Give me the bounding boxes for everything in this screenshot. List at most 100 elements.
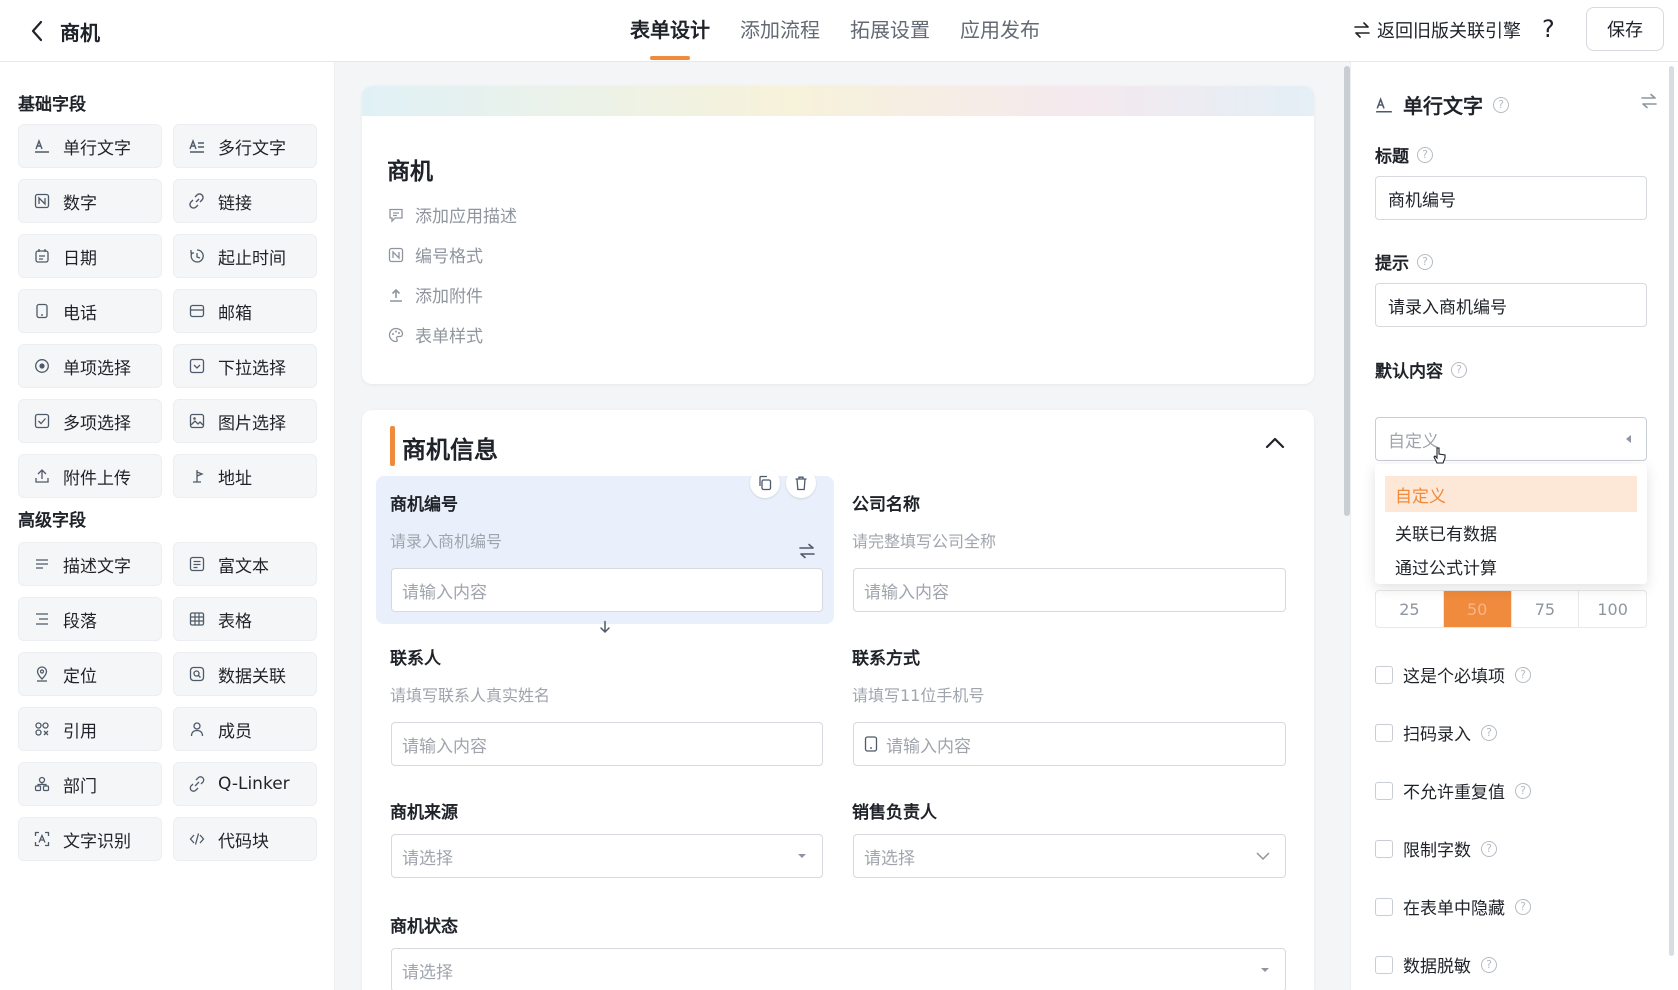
checkbox-box[interactable] [1375, 723, 1393, 742]
help-icon[interactable]: ? [1542, 15, 1555, 43]
tab-add-flow[interactable]: 添加流程 [740, 0, 820, 62]
width-option-100[interactable]: 100 [1579, 591, 1646, 627]
help-circle-icon[interactable]: ? [1481, 724, 1497, 741]
checkbox-box[interactable] [1375, 665, 1393, 684]
dropdown-option-formula[interactable]: 通过公式计算 [1385, 548, 1637, 584]
field-locate[interactable]: 定位 [18, 652, 162, 696]
field-date[interactable]: 日期 [18, 234, 162, 278]
field-reference[interactable]: 引用 [18, 707, 162, 751]
help-circle-icon[interactable]: ? [1417, 253, 1433, 270]
opp-no-input[interactable]: 请输入内容 [391, 568, 823, 612]
upload-icon [387, 286, 405, 304]
delete-field-button[interactable] [786, 468, 816, 498]
company-input[interactable]: 请输入内容 [853, 568, 1286, 612]
phone-input[interactable]: 请输入内容 [853, 722, 1286, 766]
section-card: 商机信息 商机编号 请录入商机编号 请输入内容 公司名称 请完整填写公司全称 请… [362, 410, 1314, 990]
help-circle-icon[interactable]: ? [1481, 840, 1497, 857]
calendar-icon [33, 247, 51, 265]
save-button[interactable]: 保存 [1586, 7, 1664, 51]
checkbox-data-masking[interactable]: 数据脱敏? [1375, 952, 1497, 977]
field-member[interactable]: 成员 [173, 707, 317, 751]
location-pin-icon [188, 467, 206, 485]
field-width-selector: 25 50 75 100 [1375, 590, 1647, 628]
field-email[interactable]: 邮箱 [173, 289, 317, 333]
field-paragraph[interactable]: 段落 [18, 597, 162, 641]
hint-input[interactable]: 请录入商机编号 [1375, 283, 1647, 327]
help-circle-icon[interactable]: ? [1451, 361, 1467, 378]
help-circle-icon[interactable]: ? [1417, 146, 1433, 163]
field-dropdown[interactable]: 下拉选择 [173, 344, 317, 388]
field-department[interactable]: 部门 [18, 762, 162, 806]
checkbox-limit-length[interactable]: 限制字数? [1375, 836, 1497, 861]
field-phone[interactable]: 电话 [18, 289, 162, 333]
help-circle-icon[interactable]: ? [1515, 666, 1531, 683]
checkbox-box[interactable] [1375, 897, 1393, 916]
back-button[interactable] [22, 16, 52, 46]
field-single-line-text[interactable]: 单行文字 [18, 124, 162, 168]
field-table[interactable]: 表格 [173, 597, 317, 641]
copy-field-button[interactable] [750, 468, 780, 498]
number-format[interactable]: 编号格式 [387, 242, 483, 267]
width-option-25[interactable]: 25 [1376, 591, 1444, 627]
field-q-linker[interactable]: Q-Linker [173, 762, 317, 806]
field-rich-text[interactable]: 富文本 [173, 542, 317, 586]
tab-publish[interactable]: 应用发布 [960, 0, 1040, 62]
code-icon [188, 830, 206, 848]
help-circle-icon[interactable]: ? [1515, 782, 1531, 799]
source-select[interactable]: 请选择 [391, 834, 823, 878]
help-circle-icon[interactable]: ? [1493, 96, 1509, 113]
help-circle-icon[interactable]: ? [1481, 956, 1497, 973]
default-content-select[interactable]: 自定义 [1375, 417, 1647, 461]
add-attachment[interactable]: 添加附件 [387, 282, 483, 307]
swap-columns-icon[interactable] [798, 542, 816, 560]
field-time-range[interactable]: 起止时间 [173, 234, 317, 278]
data-link-icon [188, 665, 206, 683]
field-code-block[interactable]: 代码块 [173, 817, 317, 861]
checkbox-no-duplicates[interactable]: 不允许重复值? [1375, 778, 1531, 803]
title-input[interactable]: 商机编号 [1375, 176, 1647, 220]
field-multi-line-text[interactable]: 多行文字 [173, 124, 317, 168]
property-panel-scrollbar[interactable] [1669, 66, 1674, 956]
field-number[interactable]: 数字 [18, 179, 162, 223]
field-multi-choice[interactable]: 多项选择 [18, 399, 162, 443]
default-content-dropdown: 自定义 关联已有数据 通过公式计算 [1375, 464, 1647, 584]
help-circle-icon[interactable]: ? [1515, 898, 1531, 915]
status-select[interactable]: 请选择 [391, 948, 1286, 990]
legacy-engine-link[interactable]: 返回旧版关联引擎 [1353, 17, 1521, 43]
tab-form-design[interactable]: 表单设计 [630, 0, 710, 62]
field-ocr[interactable]: 文字识别 [18, 817, 162, 861]
caret-left-icon [1626, 435, 1631, 443]
field-description[interactable]: 描述文字 [18, 542, 162, 586]
width-option-75[interactable]: 75 [1512, 591, 1580, 627]
field-data-link[interactable]: 数据关联 [173, 652, 317, 696]
field-single-choice[interactable]: 单项选择 [18, 344, 162, 388]
checkbox-hide-in-form[interactable]: 在表单中隐藏? [1375, 894, 1531, 919]
dropdown-option-custom[interactable]: 自定义 [1385, 476, 1637, 512]
collapse-button[interactable] [1262, 430, 1288, 456]
property-panel: 单行文字 ? 标题? 商机编号 提示? 请录入商机编号 默认内容? 自定义 25… [1350, 62, 1678, 990]
form-title[interactable]: 商机 [387, 152, 433, 186]
checkbox-box[interactable] [1375, 955, 1393, 974]
field-link[interactable]: 链接 [173, 179, 317, 223]
width-option-50[interactable]: 50 [1443, 591, 1512, 627]
section-title[interactable]: 商机信息 [402, 430, 498, 465]
switch-field-type-button[interactable] [1640, 92, 1658, 114]
radio-icon [33, 357, 51, 375]
section-accent-bar [390, 426, 395, 466]
dropdown-option-existing-data[interactable]: 关联已有数据 [1385, 514, 1637, 550]
contact-input[interactable]: 请输入内容 [391, 722, 823, 766]
add-app-description[interactable]: 添加应用描述 [387, 202, 517, 227]
owner-select[interactable]: 请选择 [853, 834, 1286, 878]
checkbox-box[interactable] [1375, 781, 1393, 800]
field-address[interactable]: 地址 [173, 454, 317, 498]
arrow-down-icon[interactable] [598, 620, 612, 634]
checkbox-scan-input[interactable]: 扫码录入? [1375, 720, 1497, 745]
tab-extension-settings[interactable]: 拓展设置 [850, 0, 930, 62]
field-image-choice[interactable]: 图片选择 [173, 399, 317, 443]
field-attachment-upload[interactable]: 附件上传 [18, 454, 162, 498]
multi-line-text-icon [188, 137, 206, 155]
form-style[interactable]: 表单样式 [387, 322, 483, 347]
checkbox-required[interactable]: 这是个必填项? [1375, 662, 1531, 687]
checkbox-box[interactable] [1375, 839, 1393, 858]
copy-icon [759, 475, 772, 491]
